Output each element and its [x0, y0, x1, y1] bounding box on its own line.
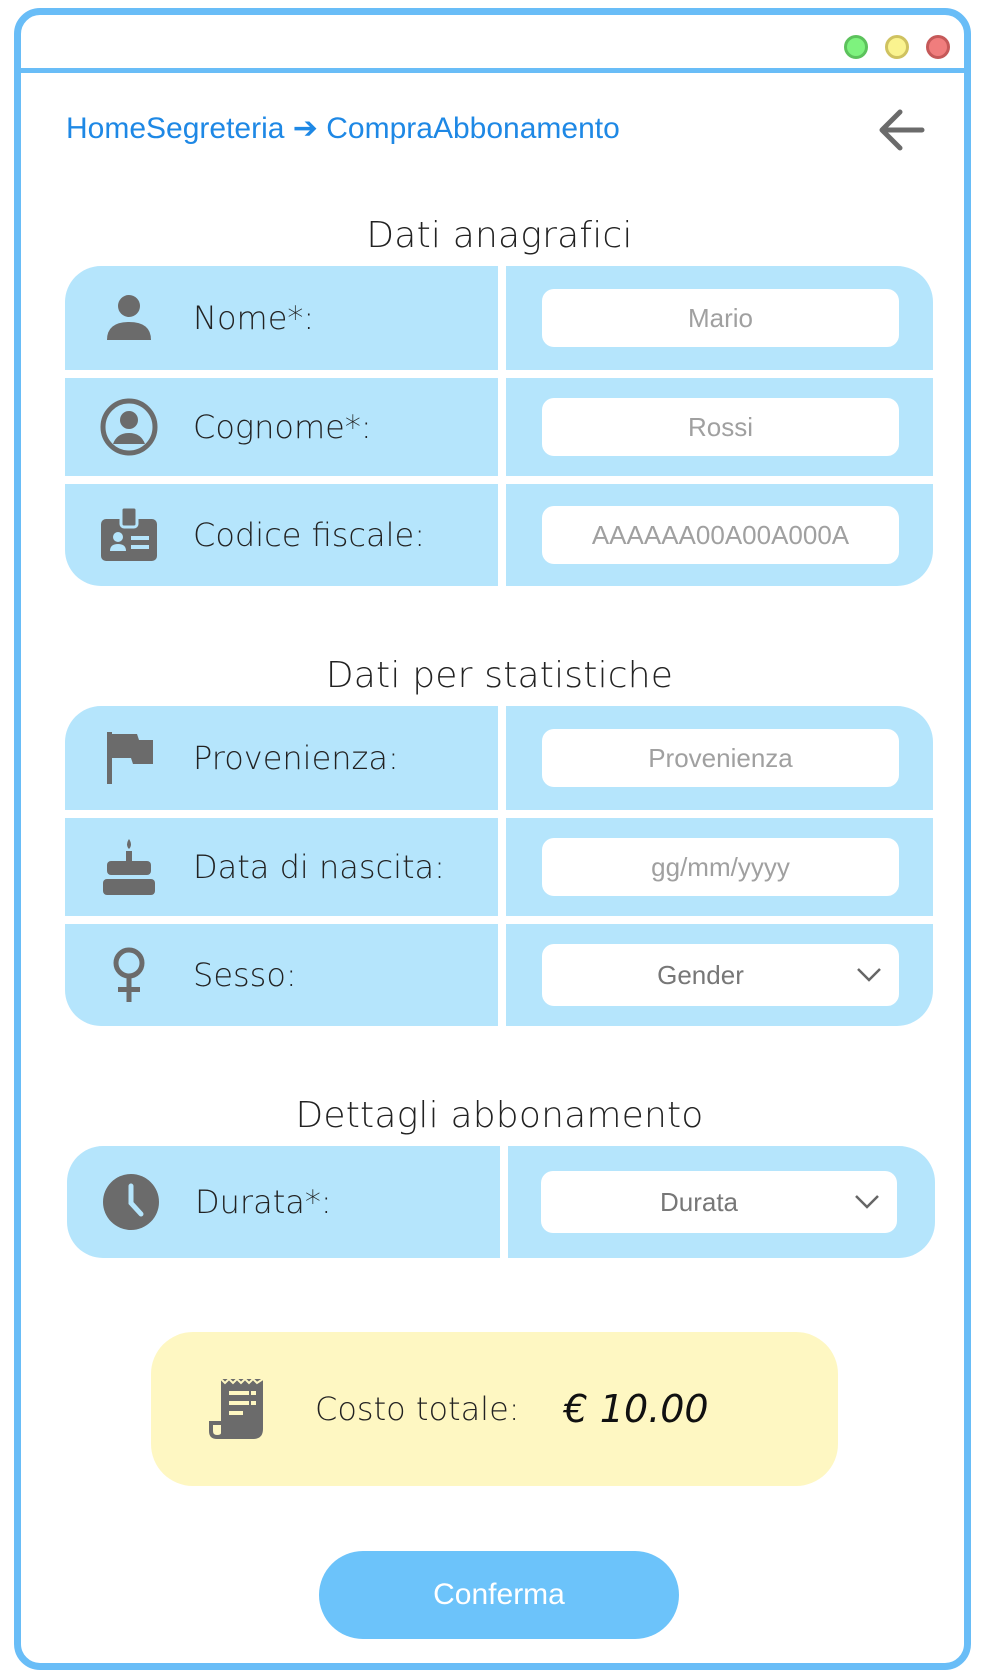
provenienza-label: Provenienza: [193, 739, 399, 777]
person-icon [99, 288, 159, 348]
durata-selected-value: Durata [659, 1186, 739, 1217]
row-durata-label: Durata*: [67, 1146, 500, 1258]
nome-input[interactable] [542, 301, 899, 335]
row-provenienza-input [506, 706, 933, 810]
clock-icon [101, 1172, 161, 1232]
provenienza-input[interactable] [542, 741, 899, 775]
provenienza-field-wrap [542, 729, 899, 787]
row-codice-input [506, 484, 933, 586]
durata-select[interactable]: Durata [541, 1171, 897, 1233]
codice-field-wrap [542, 506, 899, 564]
section-title-abbonamento: Dettagli abbonamento [295, 1095, 704, 1136]
codice-label: Codice fiscale: [193, 516, 425, 554]
row-provenienza-label: Provenienza: [65, 706, 498, 810]
panel-abbonamento: Durata*: Durata [67, 1146, 935, 1258]
chevron-down-icon [857, 968, 881, 982]
gender-selected-value: Gender [657, 959, 744, 990]
cognome-input[interactable] [542, 410, 899, 444]
nascita-field-wrap [542, 838, 899, 896]
row-nascita-input [506, 818, 933, 916]
row-cognome-label: Cognome*: [65, 378, 498, 476]
nascita-label: Data di nascita: [193, 848, 445, 886]
breadcrumb: HomeSegreteria ➔ CompraAbbonamento [66, 111, 620, 146]
gender-select[interactable]: Gender [542, 944, 899, 1006]
row-durata-input: Durata [508, 1146, 935, 1258]
total-cost-amount: € 10.00 [563, 1387, 709, 1431]
section-title-anagrafici: Dati anagrafici [366, 215, 633, 256]
row-cognome-input [506, 378, 933, 476]
back-button[interactable] [874, 103, 928, 157]
app-window: HomeSegreteria ➔ CompraAbbonamento Dati … [14, 8, 971, 1670]
receipt-icon [207, 1377, 271, 1441]
close-button[interactable] [926, 35, 950, 59]
confirm-button[interactable]: Conferma [319, 1551, 679, 1639]
row-nascita-label: Data di nascita: [65, 818, 498, 916]
female-icon [99, 945, 159, 1005]
chevron-down-icon [855, 1195, 879, 1209]
cognome-field-wrap [542, 398, 899, 456]
flag-icon [99, 728, 159, 788]
codice-fiscale-input[interactable] [542, 518, 899, 552]
panel-statistiche: Provenienza: Data di nascita: Sesso: [65, 706, 933, 1026]
breadcrumb-arrow: ➔ [292, 112, 318, 145]
nome-field-wrap [542, 289, 899, 347]
total-cost-box: Costo totale: € 10.00 [151, 1332, 838, 1486]
cake-icon [99, 837, 159, 897]
data-nascita-input[interactable] [542, 850, 899, 884]
durata-label: Durata*: [195, 1183, 332, 1221]
arrow-left-icon [879, 109, 925, 151]
minimize-button[interactable] [885, 35, 909, 59]
title-bar [21, 15, 964, 73]
section-title-statistiche: Dati per statistiche [325, 655, 674, 696]
panel-anagrafici: Nome*: Cognome*: Codice fiscale: [65, 266, 933, 586]
cognome-label: Cognome*: [193, 408, 372, 446]
nome-label: Nome*: [193, 299, 315, 337]
account-circle-icon [99, 397, 159, 457]
id-badge-icon [99, 505, 159, 565]
maximize-button[interactable] [844, 35, 868, 59]
row-nome-input [506, 266, 933, 370]
row-sesso-label: Sesso: [65, 924, 498, 1026]
total-cost-label: Costo totale: [315, 1390, 520, 1428]
breadcrumb-home-link[interactable]: HomeSegreteria [66, 112, 284, 145]
row-sesso-input: Gender [506, 924, 933, 1026]
sesso-label: Sesso: [193, 956, 297, 994]
row-codice-label: Codice fiscale: [65, 484, 498, 586]
breadcrumb-current: CompraAbbonamento [326, 112, 620, 145]
row-nome-label: Nome*: [65, 266, 498, 370]
